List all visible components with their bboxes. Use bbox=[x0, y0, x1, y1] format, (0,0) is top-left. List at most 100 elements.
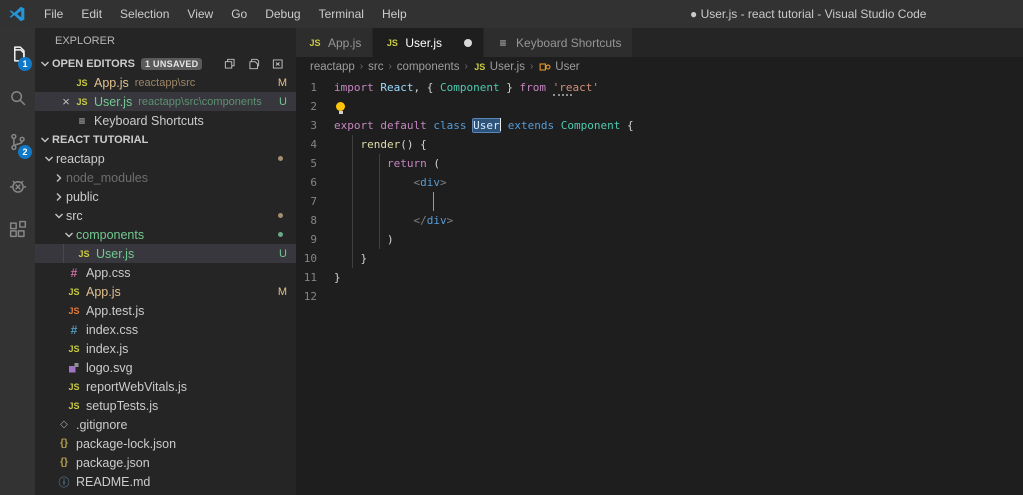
close-icon[interactable]: × bbox=[59, 94, 73, 109]
code-line[interactable]: 6 <div> bbox=[296, 173, 1023, 192]
tree-item-reportwebvitals.js[interactable]: JS reportWebVitals.js bbox=[35, 377, 296, 396]
js-file-icon: JS bbox=[74, 78, 90, 88]
chevron-down-icon bbox=[38, 58, 52, 70]
menu-bar: FileEditSelectionViewGoDebugTerminalHelp bbox=[35, 0, 416, 28]
toggle-editor-layout-button[interactable] bbox=[222, 56, 238, 72]
js-file-icon: JS bbox=[473, 62, 487, 72]
tree-item-reactapp[interactable]: reactapp bbox=[35, 149, 296, 168]
breadcrumb-item-user.js[interactable]: JSUser.js bbox=[473, 61, 525, 73]
code-line[interactable]: 3export default class User extends Compo… bbox=[296, 116, 1023, 135]
tree-item-setuptests.js[interactable]: JS setupTests.js bbox=[35, 396, 296, 415]
open-editor-user.js[interactable]: × JS User.js reactapp\src\components U bbox=[35, 92, 296, 111]
file-name: package-lock.json bbox=[76, 437, 176, 451]
git-status-badge: U bbox=[279, 96, 287, 108]
tree-item-app.js[interactable]: JS App.js M bbox=[35, 282, 296, 301]
line-number: 9 bbox=[296, 230, 334, 249]
activitybar-extensions[interactable] bbox=[0, 208, 35, 252]
file-name: public bbox=[66, 190, 99, 204]
close-all-editors-button[interactable] bbox=[270, 56, 286, 72]
tree-item-index.css[interactable]: # index.css bbox=[35, 320, 296, 339]
folder-section-header[interactable]: REACT TUTORIAL bbox=[35, 130, 296, 149]
extensions-icon bbox=[7, 219, 29, 241]
menu-view[interactable]: View bbox=[178, 0, 222, 28]
file-name: logo.svg bbox=[86, 361, 133, 375]
workspace-folder-label: REACT TUTORIAL bbox=[52, 134, 148, 146]
menu-file[interactable]: File bbox=[35, 0, 72, 28]
file-name: App.js bbox=[94, 76, 129, 90]
tree-item-readme.md[interactable]: ⓘ README.md bbox=[35, 472, 296, 491]
file-name: Keyboard Shortcuts bbox=[94, 114, 204, 128]
file-name: package.json bbox=[76, 456, 150, 470]
tree-item-src[interactable]: src bbox=[35, 206, 296, 225]
line-number: 10 bbox=[296, 249, 334, 268]
tree-item-app.css[interactable]: # App.css bbox=[35, 263, 296, 282]
tab-keyboard-shortcuts[interactable]: ≡ Keyboard Shortcuts bbox=[484, 28, 633, 57]
breadcrumb-item-reactapp[interactable]: reactapp bbox=[310, 61, 355, 73]
code-line[interactable]: 5 return ( bbox=[296, 154, 1023, 173]
code-line[interactable]: 7 bbox=[296, 192, 1023, 211]
save-all-button[interactable] bbox=[246, 56, 262, 72]
menu-terminal[interactable]: Terminal bbox=[310, 0, 373, 28]
tree-item-package.json[interactable]: {} package.json bbox=[35, 453, 296, 472]
tab-app.js[interactable]: JS App.js bbox=[296, 28, 373, 57]
breadcrumb-item-user[interactable]: User bbox=[538, 61, 579, 73]
code-line[interactable]: 8 </div> bbox=[296, 211, 1023, 230]
tree-item-components[interactable]: components bbox=[35, 225, 296, 244]
unsaved-dot-icon[interactable] bbox=[464, 39, 472, 47]
js-test-file-icon: JS bbox=[66, 306, 82, 316]
file-name: README.md bbox=[76, 475, 150, 489]
activitybar-debug[interactable] bbox=[0, 164, 35, 208]
code-line[interactable]: 10 } bbox=[296, 249, 1023, 268]
file-name: .gitignore bbox=[76, 418, 127, 432]
open-editor-keyboard-shortcuts[interactable]: × ≡ Keyboard Shortcuts bbox=[35, 111, 296, 130]
unsaved-count-badge: 1 UNSAVED bbox=[141, 58, 203, 70]
lightbulb-icon[interactable] bbox=[336, 102, 345, 111]
code-line[interactable]: 11} bbox=[296, 268, 1023, 287]
breadcrumb-item-components[interactable]: components bbox=[397, 61, 460, 73]
menu-go[interactable]: Go bbox=[222, 0, 256, 28]
css-file-icon: # bbox=[66, 323, 82, 337]
tree-item-.gitignore[interactable]: ◇ .gitignore bbox=[35, 415, 296, 434]
menu-selection[interactable]: Selection bbox=[111, 0, 178, 28]
code-line[interactable]: 1import React, { Component } from 'react… bbox=[296, 78, 1023, 97]
code-line[interactable]: 9 ) bbox=[296, 230, 1023, 249]
tree-item-node_modules[interactable]: node_modules bbox=[35, 168, 296, 187]
tree-item-index.js[interactable]: JS index.js bbox=[35, 339, 296, 358]
activitybar-search[interactable] bbox=[0, 76, 35, 120]
tree-item-logo.svg[interactable]: logo.svg bbox=[35, 358, 296, 377]
activitybar-source-control[interactable]: 2 bbox=[0, 120, 35, 164]
activitybar-explorer[interactable]: 1 bbox=[0, 32, 35, 76]
tree-indent-guide bbox=[63, 244, 64, 263]
menu-edit[interactable]: Edit bbox=[72, 0, 111, 28]
git-status-badge: U bbox=[279, 248, 287, 260]
file-name: src bbox=[66, 209, 83, 223]
keyboard-shortcuts-icon: ≡ bbox=[74, 114, 90, 128]
tab-label: Keyboard Shortcuts bbox=[516, 36, 621, 50]
editor-group: JS App.js JS User.js ≡ Keyboard Shortcut… bbox=[296, 28, 1023, 495]
tree-item-user.js[interactable]: JS User.js U bbox=[35, 244, 296, 263]
code-line[interactable]: 12 bbox=[296, 287, 1023, 306]
line-number: 3 bbox=[296, 116, 334, 135]
svg-file-icon bbox=[66, 363, 82, 373]
open-editors-header[interactable]: OPEN EDITORS 1 UNSAVED bbox=[35, 54, 296, 73]
tree-item-package-lock.json[interactable]: {} package-lock.json bbox=[35, 434, 296, 453]
menu-debug[interactable]: Debug bbox=[256, 0, 309, 28]
chevron-down-icon bbox=[43, 153, 56, 165]
js-file-icon: JS bbox=[66, 344, 82, 354]
git-status-badge: M bbox=[278, 77, 287, 89]
code-editor[interactable]: 1import React, { Component } from 'react… bbox=[296, 76, 1023, 495]
file-path: reactapp\src\components bbox=[138, 96, 262, 108]
code-line[interactable]: 4 render() { bbox=[296, 135, 1023, 154]
open-editor-app.js[interactable]: × JS App.js reactapp\src M bbox=[35, 73, 296, 92]
save-all-icon bbox=[247, 57, 261, 71]
js-file-icon: JS bbox=[66, 287, 82, 297]
breadcrumb-item-src[interactable]: src bbox=[368, 61, 383, 73]
tab-user.js[interactable]: JS User.js bbox=[373, 28, 484, 57]
git-change-dot bbox=[278, 156, 283, 161]
js-file-icon: JS bbox=[307, 38, 323, 48]
tree-item-public[interactable]: public bbox=[35, 187, 296, 206]
code-line[interactable]: 2 bbox=[296, 97, 1023, 116]
breadcrumb-separator: › bbox=[388, 61, 391, 72]
tree-item-app.test.js[interactable]: JS App.test.js bbox=[35, 301, 296, 320]
menu-help[interactable]: Help bbox=[373, 0, 416, 28]
